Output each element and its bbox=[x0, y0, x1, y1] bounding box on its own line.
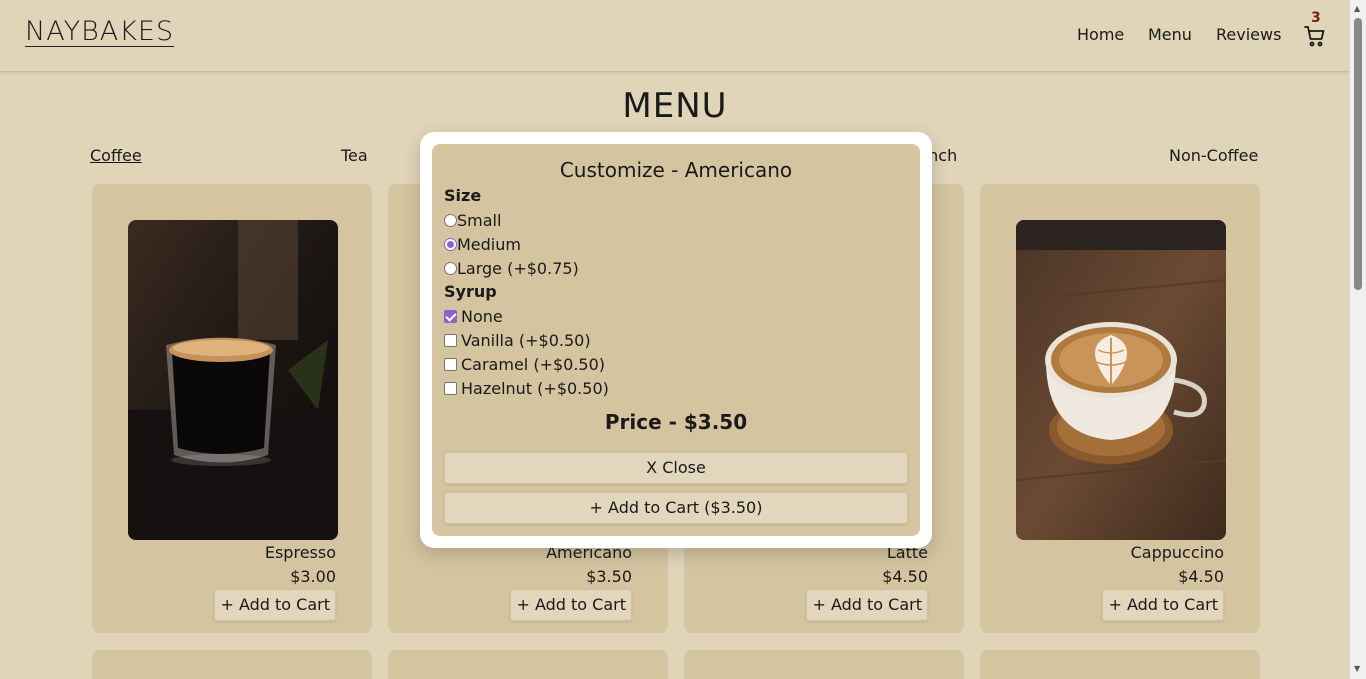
syrup-option-label: Vanilla (+$0.50) bbox=[461, 330, 591, 350]
product-card bbox=[684, 650, 964, 679]
product-card-cappuccino: Cappuccino $4.50 + Add to Cart bbox=[980, 184, 1260, 633]
syrup-option-label: None bbox=[461, 306, 503, 326]
product-card bbox=[980, 650, 1260, 679]
brand-logo[interactable]: NAYBAKES bbox=[25, 18, 175, 47]
espresso-image bbox=[128, 220, 338, 540]
scroll-up-arrow-icon[interactable]: ▲ bbox=[1354, 4, 1360, 13]
cappuccino-image bbox=[1016, 220, 1226, 540]
close-button[interactable]: X Close bbox=[444, 452, 908, 484]
site-header: NAYBAKES Home Menu Reviews 3 bbox=[0, 0, 1350, 72]
size-option-label: Small bbox=[457, 210, 502, 230]
syrup-option-label: Caramel (+$0.50) bbox=[461, 354, 606, 374]
syrup-option-none[interactable]: None bbox=[444, 306, 503, 326]
size-label: Size bbox=[444, 186, 482, 205]
syrup-hazelnut-checkbox[interactable] bbox=[444, 381, 457, 395]
size-option-medium[interactable]: Medium bbox=[444, 234, 521, 254]
size-option-label: Large (+$0.75) bbox=[457, 258, 579, 278]
nav-reviews-link[interactable]: Reviews bbox=[1216, 25, 1281, 44]
add-to-cart-confirm-button[interactable]: + Add to Cart ($3.50) bbox=[444, 492, 908, 524]
syrup-option-caramel[interactable]: Caramel (+$0.50) bbox=[444, 354, 605, 374]
add-to-cart-button[interactable]: + Add to Cart bbox=[806, 589, 928, 621]
syrup-none-checkbox[interactable] bbox=[444, 309, 457, 323]
size-small-radio[interactable] bbox=[444, 213, 457, 227]
syrup-caramel-checkbox[interactable] bbox=[444, 357, 457, 371]
product-price: $3.50 bbox=[586, 567, 632, 586]
size-option-large[interactable]: Large (+$0.75) bbox=[444, 258, 579, 278]
category-tab-tea[interactable]: Tea bbox=[341, 146, 368, 165]
scroll-down-arrow-icon[interactable]: ▼ bbox=[1354, 664, 1360, 673]
size-option-label: Medium bbox=[457, 234, 521, 254]
syrup-vanilla-checkbox[interactable] bbox=[444, 333, 457, 347]
size-large-radio[interactable] bbox=[444, 261, 457, 275]
nav-menu-link[interactable]: Menu bbox=[1148, 25, 1192, 44]
scroll-thumb[interactable] bbox=[1354, 18, 1362, 290]
add-to-cart-button[interactable]: + Add to Cart bbox=[1102, 589, 1224, 621]
cart-icon[interactable] bbox=[1303, 24, 1327, 48]
product-price: $4.50 bbox=[882, 567, 928, 586]
product-price: $4.50 bbox=[1178, 567, 1224, 586]
product-card-espresso: Espresso $3.00 + Add to Cart bbox=[92, 184, 372, 633]
product-price: $3.00 bbox=[290, 567, 336, 586]
product-card bbox=[388, 650, 668, 679]
page-title: MENU bbox=[622, 86, 728, 126]
syrup-option-hazelnut[interactable]: Hazelnut (+$0.50) bbox=[444, 378, 609, 398]
modal-title: Customize - Americano bbox=[559, 158, 793, 182]
nav-home-link[interactable]: Home bbox=[1077, 25, 1124, 44]
category-tab-coffee[interactable]: Coffee bbox=[90, 146, 142, 165]
category-tab-non-coffee[interactable]: Non-Coffee bbox=[1169, 146, 1258, 165]
syrup-label: Syrup bbox=[444, 282, 497, 301]
add-to-cart-button[interactable]: + Add to Cart bbox=[510, 589, 632, 621]
customize-modal-body: Customize - Americano Size Small Medium … bbox=[432, 144, 920, 536]
modal-price: Price - $3.50 bbox=[604, 410, 748, 434]
syrup-option-vanilla[interactable]: Vanilla (+$0.50) bbox=[444, 330, 591, 350]
customize-modal: Customize - Americano Size Small Medium … bbox=[420, 132, 932, 548]
product-name: Espresso bbox=[264, 543, 336, 562]
size-medium-radio[interactable] bbox=[444, 237, 457, 251]
product-card bbox=[92, 650, 372, 679]
size-option-small[interactable]: Small bbox=[444, 210, 501, 230]
product-name: Cappuccino bbox=[1130, 543, 1224, 562]
add-to-cart-button[interactable]: + Add to Cart bbox=[214, 589, 336, 621]
syrup-option-label: Hazelnut (+$0.50) bbox=[461, 378, 609, 398]
